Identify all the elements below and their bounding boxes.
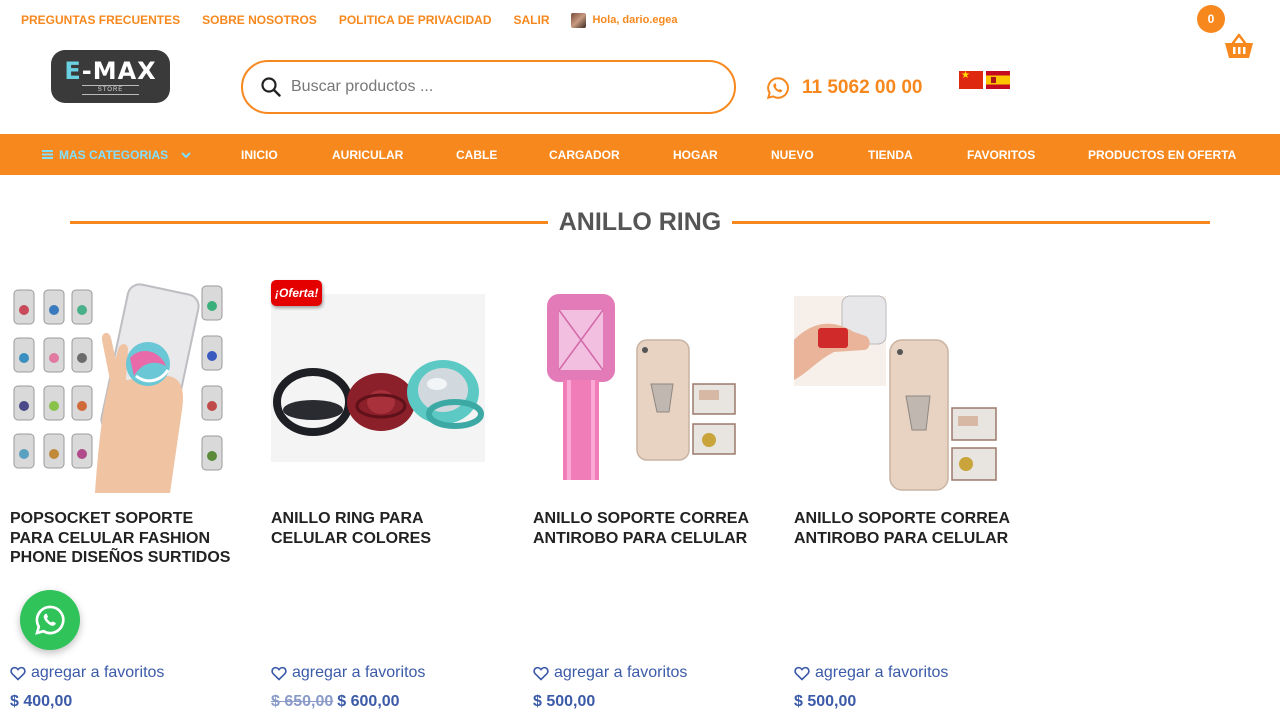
privacy-link[interactable]: POLITICA DE PRIVACIDAD: [339, 13, 492, 27]
section-heading: ANILLO RING: [70, 205, 1210, 239]
add-to-favorites-button[interactable]: agregar a favoritos: [533, 664, 687, 682]
search-icon[interactable]: [261, 77, 281, 97]
current-price: $ 400,00: [10, 693, 73, 710]
categories-label: MAS CATEGORIAS: [59, 147, 169, 162]
product-price: $ 650,00 $ 600,00: [271, 693, 400, 711]
product-title[interactable]: ANILLO SOPORTE CORREA ANTIROBO PARA CELU…: [794, 509, 1020, 548]
current-price: $ 500,00: [794, 693, 857, 710]
heart-icon: [794, 666, 810, 681]
favorites-label: agregar a favoritos: [554, 664, 688, 681]
section-title: ANILLO RING: [558, 207, 722, 236]
product-title[interactable]: ANILLO SOPORTE CORREA ANTIROBO PARA CELU…: [533, 509, 759, 548]
search-input[interactable]: [291, 78, 691, 96]
faq-link[interactable]: PREGUNTAS FRECUENTES: [21, 13, 180, 27]
flag-china-icon[interactable]: [959, 70, 983, 89]
nav-item-productos-en-oferta[interactable]: PRODUCTOS EN OFERTA: [1088, 134, 1236, 175]
main-nav: MAS CATEGORIAS INICIO AURICULAR CABLE CA…: [0, 134, 1280, 175]
product-price: $ 500,00: [794, 693, 856, 711]
product-price: $ 400,00: [10, 693, 72, 711]
divider: [732, 220, 1210, 224]
language-switcher: [959, 70, 1010, 89]
menu-icon: [42, 150, 53, 159]
product-image[interactable]: [271, 280, 485, 493]
old-price: $ 650,00: [271, 693, 334, 710]
add-to-favorites-button[interactable]: agregar a favoritos: [794, 664, 948, 682]
nav-item-nuevo[interactable]: NUEVO: [771, 134, 814, 175]
flag-spain-icon[interactable]: [986, 71, 1010, 89]
phone-number: 11 5062 00 00: [802, 77, 923, 98]
nav-item-favoritos[interactable]: FAVORITOS: [967, 134, 1035, 175]
basket-icon: [1225, 33, 1253, 58]
add-to-favorites-button[interactable]: agregar a favoritos: [10, 664, 164, 682]
whatsapp-icon: [766, 77, 789, 100]
product-image[interactable]: [10, 280, 224, 493]
nav-item-cable[interactable]: CABLE: [456, 134, 497, 175]
cart-count-badge: 0: [1197, 5, 1225, 33]
nav-item-hogar[interactable]: HOGAR: [673, 134, 718, 175]
heart-icon: [271, 666, 287, 681]
logo-wordmark: E-MAX: [64, 56, 157, 85]
product-title[interactable]: POPSOCKET SOPORTE PARA CELULAR FASHION P…: [10, 509, 236, 568]
search-bar[interactable]: [241, 60, 736, 114]
favorites-label: agregar a favoritos: [31, 664, 165, 681]
user-greeting-text: Hola, dario.egea: [592, 14, 678, 26]
product-title[interactable]: ANILLO RING PARA CELULAR COLORES: [271, 509, 497, 548]
contact-phone[interactable]: 11 5062 00 00: [766, 76, 922, 100]
nav-item-tienda[interactable]: TIENDA: [868, 134, 913, 175]
divider: [70, 220, 548, 224]
product-image[interactable]: [794, 280, 1008, 493]
cart-button[interactable]: 0: [1197, 5, 1257, 65]
nav-item-inicio[interactable]: INICIO: [241, 134, 278, 175]
top-links-bar: PREGUNTAS FRECUENTES SOBRE NOSOTROS POLI…: [21, 12, 677, 28]
sale-badge: ¡Oferta!: [271, 280, 323, 306]
categories-dropdown[interactable]: MAS CATEGORIAS: [42, 134, 192, 175]
current-price: $ 600,00: [337, 693, 400, 710]
heart-icon: [10, 666, 26, 681]
whatsapp-icon: [35, 605, 65, 635]
site-logo[interactable]: E-MAX STORE: [51, 50, 170, 103]
heart-icon: [533, 666, 549, 681]
nav-item-cargador[interactable]: CARGADOR: [549, 134, 620, 175]
add-to-favorites-button[interactable]: agregar a favoritos: [271, 664, 425, 682]
chevron-down-icon: [181, 151, 191, 158]
product-image[interactable]: [533, 280, 747, 493]
favorites-label: agregar a favoritos: [815, 664, 949, 681]
current-price: $ 500,00: [533, 693, 596, 710]
about-link[interactable]: SOBRE NOSOTROS: [202, 13, 317, 27]
nav-item-auricular[interactable]: AURICULAR: [332, 134, 403, 175]
whatsapp-chat-button[interactable]: [20, 590, 80, 650]
logout-link[interactable]: SALIR: [513, 13, 549, 27]
logo-subtitle: STORE: [81, 84, 140, 95]
favorites-label: agregar a favoritos: [292, 664, 426, 681]
product-price: $ 500,00: [533, 693, 595, 711]
user-greeting[interactable]: Hola, dario.egea: [571, 12, 678, 28]
avatar: [571, 12, 587, 28]
